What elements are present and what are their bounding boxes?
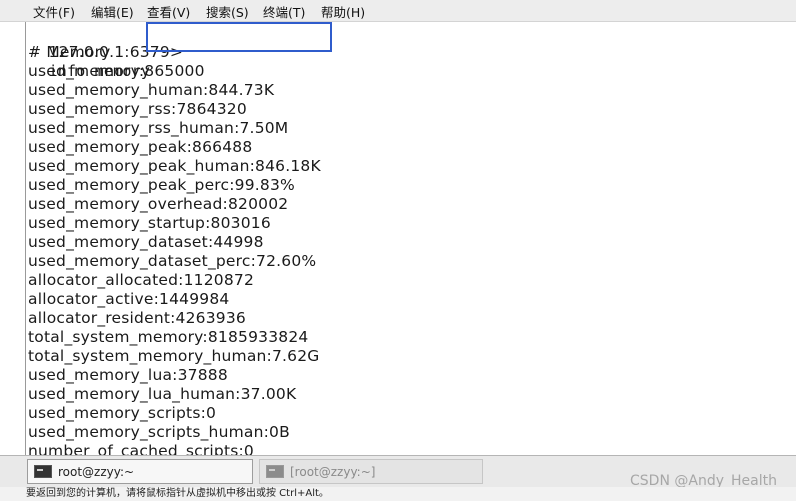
output-line: # Memory [28, 43, 111, 61]
menu-view[interactable]: 查看(V) [147, 2, 190, 21]
output-line: used_memory_human:844.73K [28, 81, 275, 99]
output-line: total_system_memory:8185933824 [28, 328, 309, 346]
output-line: used_memory_dataset_perc:72.60% [28, 252, 317, 270]
task-label: [root@zzyy:~] [290, 464, 376, 479]
menu-help[interactable]: 帮助(H) [321, 2, 365, 21]
window-left-edge [0, 22, 26, 455]
menu-terminal[interactable]: 终端(T) [263, 2, 305, 21]
output-line: allocator_resident:4263936 [28, 309, 246, 327]
menu-bar: 文件(F) 编辑(E) 查看(V) 搜索(S) 终端(T) 帮助(H) [0, 0, 796, 22]
output-line: used_memory_lua:37888 [28, 366, 228, 384]
output-line: used_memory_peak_perc:99.83% [28, 176, 295, 194]
terminal-output[interactable]: 127.0.0.1:6379> info memory # Memory use… [28, 22, 796, 455]
output-line: number_of_cached_scripts:0 [28, 442, 254, 455]
menu-file[interactable]: 文件(F) [33, 2, 75, 21]
menu-edit[interactable]: 编辑(E) [91, 2, 134, 21]
output-line: used_memory_rss_human:7.50M [28, 119, 289, 137]
status-text: 要返回到您的计算机，请将鼠标指针从虚拟机中移出或按 Ctrl+Alt。 [26, 488, 329, 499]
output-line: used_memory_peak:866488 [28, 138, 253, 156]
output-line: used_memory_lua_human:37.00K [28, 385, 297, 403]
output-line: used_memory_scripts_human:0B [28, 423, 290, 441]
output-line: used_memory_overhead:820002 [28, 195, 289, 213]
output-line: used_memory_scripts:0 [28, 404, 217, 422]
taskbar-item-terminal-inactive[interactable]: [root@zzyy:~] [259, 459, 483, 484]
output-line: total_system_memory_human:7.62G [28, 347, 320, 365]
menu-search[interactable]: 搜索(S) [206, 2, 249, 21]
output-line: used_memory:865000 [28, 62, 205, 80]
command-highlight-box [146, 22, 332, 52]
output-line: used_memory_dataset:44998 [28, 233, 264, 251]
terminal-icon [266, 465, 284, 478]
output-line: allocator_active:1449984 [28, 290, 230, 308]
output-line: used_memory_peak_human:846.18K [28, 157, 321, 175]
output-line: used_memory_rss:7864320 [28, 100, 247, 118]
output-line: allocator_allocated:1120872 [28, 271, 255, 289]
status-bar: 要返回到您的计算机，请将鼠标指针从虚拟机中移出或按 Ctrl+Alt。 [0, 487, 796, 501]
terminal-icon [34, 465, 52, 478]
taskbar-item-terminal-active[interactable]: root@zzyy:~ [27, 459, 253, 484]
task-label: root@zzyy:~ [58, 464, 135, 479]
output-line: used_memory_startup:803016 [28, 214, 271, 232]
